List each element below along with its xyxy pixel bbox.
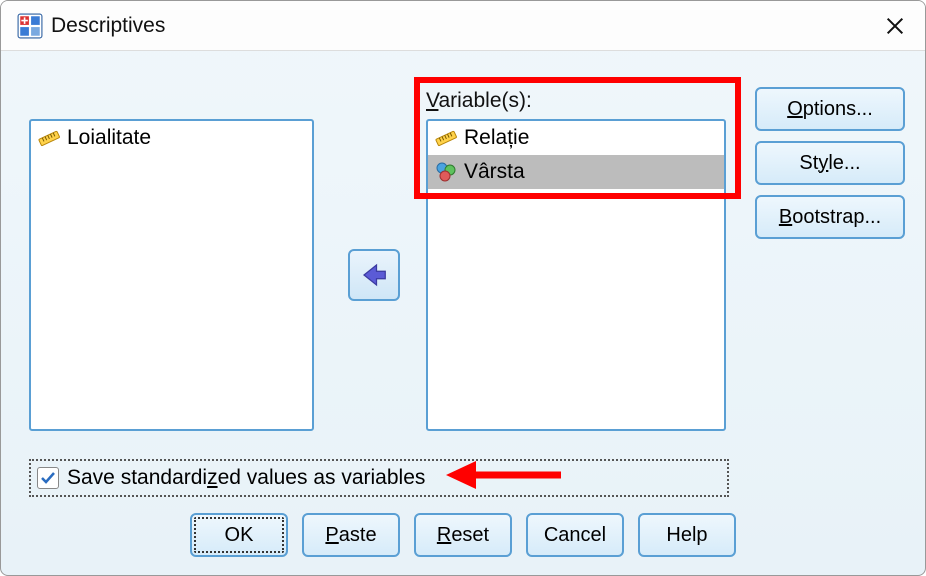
help-button[interactable]: Help xyxy=(638,513,736,557)
save-standardized-label: Save standardized values as variables xyxy=(67,466,425,490)
descriptives-dialog: Descriptives Loial xyxy=(0,0,926,576)
window-title: Descriptives xyxy=(51,14,881,38)
bootstrap-button[interactable]: Bootstrap... xyxy=(755,195,905,239)
paste-button[interactable]: Paste xyxy=(302,513,400,557)
side-buttons: Options... Style... Bootstrap... xyxy=(755,87,905,239)
options-button[interactable]: Options... xyxy=(755,87,905,131)
list-item[interactable]: Loialitate xyxy=(31,121,312,155)
style-button[interactable]: Style... xyxy=(755,141,905,185)
ok-button[interactable]: OK xyxy=(190,513,288,557)
list-item[interactable]: Relație xyxy=(428,121,724,155)
titlebar: Descriptives xyxy=(1,1,925,51)
variables-label: Variable(s): xyxy=(426,89,532,113)
save-standardized-checkbox-row: Save standardized values as variables xyxy=(29,459,729,497)
reset-button[interactable]: Reset xyxy=(414,513,512,557)
list-item-label: Relație xyxy=(464,126,529,150)
arrow-left-icon xyxy=(359,260,389,290)
checkmark-icon xyxy=(40,470,56,486)
dialog-button-row: OK Paste Reset Cancel Help xyxy=(1,513,925,557)
close-button[interactable] xyxy=(881,12,909,40)
save-standardized-checkbox[interactable] xyxy=(37,467,59,489)
target-variable-list[interactable]: Relație Vârsta xyxy=(426,119,726,431)
list-item-label: Vârsta xyxy=(464,160,525,184)
move-variable-button[interactable] xyxy=(348,249,400,301)
scale-icon xyxy=(434,126,458,150)
dialog-content: Loialitate Variable(s): xyxy=(1,51,925,575)
list-item[interactable]: Vârsta xyxy=(428,155,724,189)
close-icon xyxy=(884,15,906,37)
app-icon xyxy=(17,13,43,39)
nominal-icon xyxy=(434,160,458,184)
scale-icon xyxy=(37,126,61,150)
cancel-button[interactable]: Cancel xyxy=(526,513,624,557)
source-variable-list[interactable]: Loialitate xyxy=(29,119,314,431)
list-item-label: Loialitate xyxy=(67,126,151,150)
